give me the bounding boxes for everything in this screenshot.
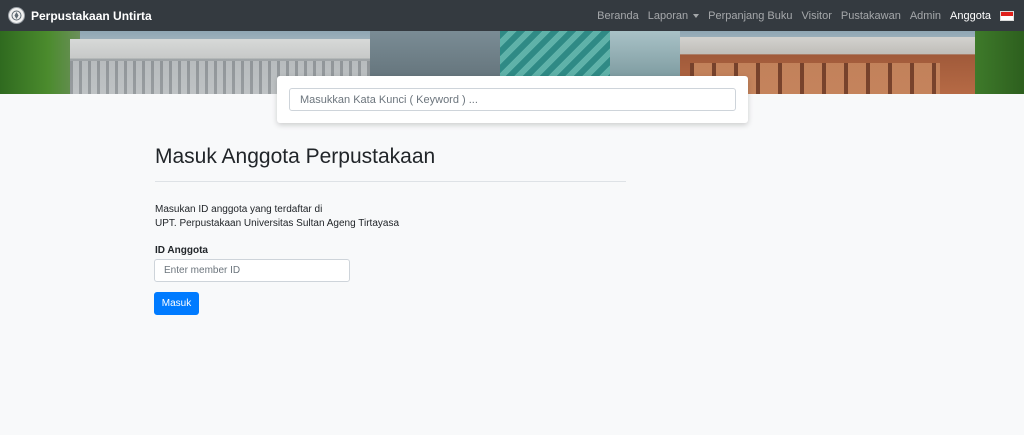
nav-item-admin[interactable]: Admin: [910, 10, 941, 22]
nav-item-laporan[interactable]: Laporan: [647, 9, 700, 22]
login-description: Masukan ID anggota yang terdaftar di UPT…: [155, 203, 399, 231]
nav-item-beranda[interactable]: Beranda: [597, 10, 639, 22]
nav-item-laporan-label: Laporan: [647, 9, 689, 22]
indonesia-flag-icon[interactable]: [1000, 10, 1014, 21]
nav-item-perpanjang-buku[interactable]: Perpanjang Buku: [708, 10, 792, 22]
caret-down-icon: [693, 13, 700, 18]
nav-item-visitor[interactable]: Visitor: [802, 10, 832, 22]
nav-item-pustakawan[interactable]: Pustakawan: [841, 10, 901, 22]
member-id-input[interactable]: [154, 259, 350, 282]
brand-link[interactable]: Perpustakaan Untirta: [8, 7, 152, 24]
page-title: Masuk Anggota Perpustakaan: [155, 145, 436, 168]
nav-menu: Beranda Laporan Perpanjang Buku Visitor …: [588, 10, 1014, 22]
search-card: [277, 76, 748, 123]
nav-item-anggota[interactable]: Anggota: [950, 10, 991, 22]
member-id-label: ID Anggota: [155, 245, 208, 256]
keyword-search-input[interactable]: [289, 88, 736, 111]
description-line-1: Masukan ID anggota yang terdaftar di: [155, 204, 323, 215]
title-divider: [155, 181, 626, 182]
submit-login-button[interactable]: Masuk: [154, 292, 199, 315]
university-logo-icon: [8, 7, 25, 24]
brand-name: Perpustakaan Untirta: [31, 8, 152, 23]
description-line-2: UPT. Perpustakaan Universitas Sultan Age…: [155, 218, 400, 229]
top-navbar: Perpustakaan Untirta Beranda Laporan Per…: [0, 0, 1024, 31]
